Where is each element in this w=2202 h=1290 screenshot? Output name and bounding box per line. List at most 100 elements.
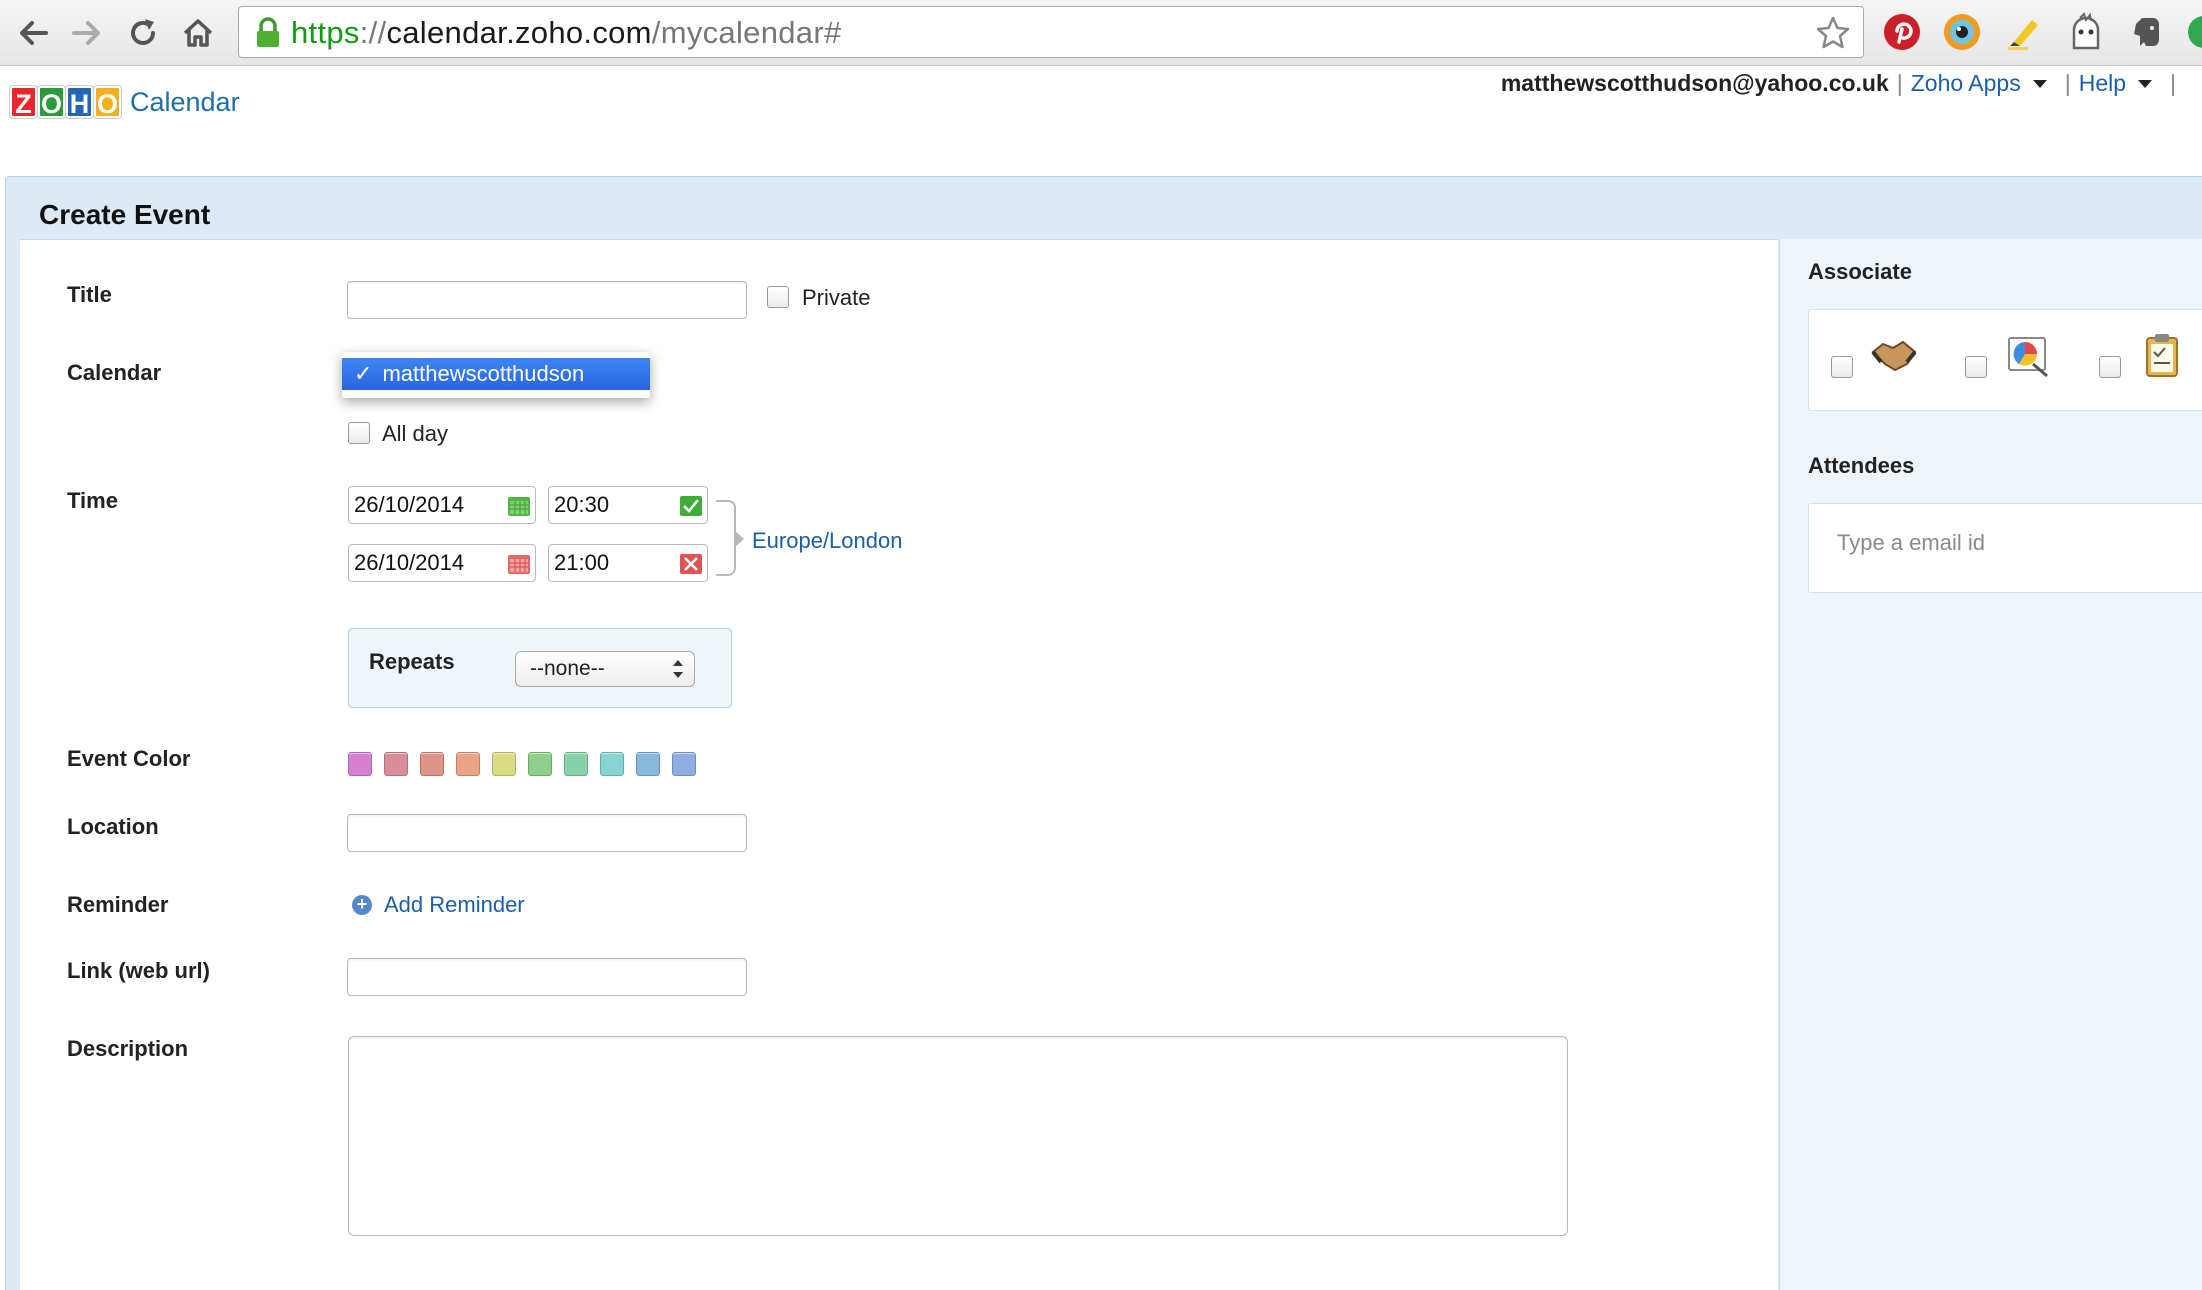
color-swatch[interactable] — [564, 752, 588, 776]
logo-letter: O — [38, 86, 65, 119]
panel-title: Create Event — [39, 199, 211, 230]
private-checkbox[interactable] — [767, 286, 789, 308]
all-day-label: All day — [382, 421, 449, 446]
address-bar[interactable]: https://calendar.zoho.com/mycalendar# — [238, 6, 1864, 58]
color-swatch[interactable] — [600, 752, 624, 776]
time-range-bracket — [716, 500, 736, 576]
description-label: Description — [67, 1036, 189, 1061]
highlighter-extension[interactable] — [2002, 10, 2046, 54]
pinterest-extension[interactable] — [1880, 10, 1924, 54]
repeats-label: Repeats — [369, 649, 455, 674]
green-clock-check-icon[interactable] — [679, 495, 703, 517]
time-label: Time — [67, 488, 118, 513]
associate-report-checkbox[interactable] — [1965, 356, 1987, 378]
back-button[interactable] — [8, 8, 58, 58]
color-swatch[interactable] — [528, 752, 552, 776]
associate-title: Associate — [1808, 259, 1912, 284]
color-swatch[interactable] — [672, 752, 696, 776]
link-label: Link (web url) — [67, 958, 210, 983]
color-swatch[interactable] — [636, 752, 660, 776]
color-swatch[interactable] — [384, 752, 408, 776]
extra-extension[interactable] — [2178, 10, 2202, 54]
title-input[interactable] — [347, 281, 747, 319]
all-day-checkbox[interactable] — [348, 422, 370, 444]
attendees-input[interactable]: Type a email id — [1808, 503, 2202, 593]
end-date-input[interactable]: 26/10/2014 — [348, 544, 536, 582]
color-swatch[interactable] — [420, 752, 444, 776]
zoho-apps-menu[interactable]: Zoho Apps — [1911, 70, 2021, 97]
top-links: matthewscotthudson@yahoo.co.uk | Zoho Ap… — [1501, 70, 2184, 97]
logo-letter: H — [66, 86, 93, 119]
logo-letter: O — [94, 86, 121, 119]
start-time-input[interactable]: 20:30 — [548, 486, 708, 524]
ghost-extension[interactable] — [2064, 10, 2108, 54]
clipboard-icon — [2146, 334, 2178, 377]
divider: | — [2064, 70, 2071, 96]
calendar-label: Calendar — [67, 360, 162, 385]
bracket-arrow-icon — [734, 530, 744, 548]
chevron-down-icon[interactable] — [2032, 79, 2047, 88]
add-reminder-label: Add Reminder — [384, 892, 525, 917]
associate-task-checkbox[interactable] — [2099, 356, 2121, 378]
event-sidebar: Associate Attendees Type a email id — [1779, 239, 2202, 1290]
logo-letter: Z — [10, 86, 37, 119]
calendar-option-selected[interactable]: ✓ matthewscotthudson — [342, 358, 650, 390]
plus-circle-icon: + — [352, 895, 372, 915]
event-color-label: Event Color — [67, 746, 191, 771]
link-input[interactable] — [347, 958, 747, 996]
select-arrows-icon — [672, 659, 684, 679]
red-calendar-icon[interactable] — [507, 553, 531, 575]
attendees-placeholder: Type a email id — [1837, 530, 1985, 555]
start-date-input[interactable]: 26/10/2014 — [348, 486, 536, 524]
pinterest-icon — [1884, 14, 1920, 50]
bookmark-star-icon[interactable] — [1815, 15, 1851, 51]
user-email: matthewscotthudson@yahoo.co.uk — [1500, 70, 1889, 96]
check-icon: ✓ — [354, 361, 373, 386]
chevron-down-icon[interactable] — [2138, 79, 2153, 88]
color-swatch[interactable] — [492, 752, 516, 776]
attendees-title: Attendees — [1808, 453, 1915, 478]
reload-button[interactable] — [118, 8, 168, 58]
repeats-box: Repeats --none-- — [348, 628, 732, 708]
chart-report-icon — [2008, 337, 2048, 378]
associate-contact-checkbox[interactable] — [1831, 356, 1853, 378]
help-menu[interactable]: Help — [2079, 70, 2126, 97]
evernote-extension[interactable] — [2124, 10, 2168, 54]
end-time-value: 21:00 — [554, 550, 610, 575]
repeats-selected-value: --none-- — [530, 657, 605, 680]
color-swatch[interactable] — [348, 752, 372, 776]
ghost-icon — [2072, 12, 2100, 50]
end-time-input[interactable]: 21:00 — [548, 544, 708, 582]
end-date-value: 26/10/2014 — [354, 550, 465, 575]
title-label: Title — [67, 282, 112, 307]
create-event-panel: Create Event Title Private Calendar ✓ mat… — [5, 176, 2202, 1290]
color-swatch[interactable] — [456, 752, 480, 776]
private-label: Private — [802, 285, 871, 310]
forward-button[interactable] — [62, 8, 112, 58]
location-input[interactable] — [347, 814, 747, 852]
green-calendar-icon[interactable] — [507, 495, 531, 517]
back-arrow-icon — [20, 21, 48, 45]
start-time-value: 20:30 — [554, 492, 610, 517]
add-reminder-button[interactable]: + Add Reminder — [352, 892, 525, 918]
calendar-dropdown[interactable]: ✓ matthewscotthudson — [342, 352, 650, 398]
event-form: Title Private Calendar ✓ matthewscotthuds… — [20, 239, 1778, 1290]
description-textarea[interactable] — [348, 1036, 1568, 1236]
browser-toolbar: https://calendar.zoho.com/mycalendar# — [0, 0, 2202, 66]
reminder-label: Reminder — [67, 892, 169, 917]
forward-arrow-icon — [72, 21, 100, 45]
repeats-select[interactable]: --none-- — [515, 651, 695, 687]
start-date-value: 26/10/2014 — [354, 492, 465, 517]
app-name: Calendar — [130, 86, 240, 117]
divider: | — [2170, 70, 2176, 96]
eye-extension[interactable] — [1940, 10, 1984, 54]
timezone-link[interactable]: Europe/London — [752, 528, 902, 554]
zoho-logo[interactable]: Z O H O Calendar — [10, 80, 240, 124]
url-text: https://calendar.zoho.com/mycalendar# — [291, 15, 842, 50]
home-button[interactable] — [173, 8, 223, 58]
home-icon — [183, 19, 213, 47]
calendar-option-label: matthewscotthudson — [382, 361, 585, 386]
red-clock-x-icon[interactable] — [679, 553, 703, 575]
location-label: Location — [67, 814, 159, 839]
eye-icon — [1944, 14, 1980, 50]
